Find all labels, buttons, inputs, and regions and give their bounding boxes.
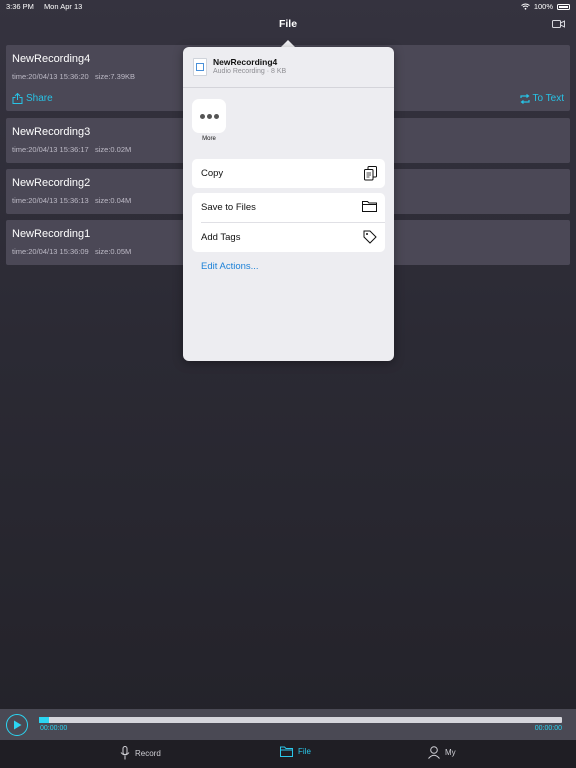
recording-size: size:0.02M [95, 145, 132, 154]
tab-my-label: My [445, 748, 456, 757]
page-title: File [278, 18, 298, 30]
audio-file-icon [193, 58, 207, 76]
recording-meta: time:20/04/13 15:36:17 size:0.02M [12, 145, 131, 154]
recording-size: size:0.04M [95, 196, 132, 205]
video-camera-icon[interactable] [552, 19, 565, 29]
battery-icon [557, 3, 570, 10]
more-label: More [202, 136, 216, 142]
recording-meta: time:20/04/13 15:36:13 size:0.04M [12, 196, 131, 205]
recording-time: time:20/04/13 15:36:20 [12, 72, 89, 81]
copy-label: Copy [201, 168, 224, 179]
recording-time: time:20/04/13 15:36:17 [12, 145, 89, 154]
battery-percent: 100% [533, 2, 553, 11]
recording-time: time:20/04/13 15:36:13 [12, 196, 89, 205]
share-icon [12, 93, 23, 104]
to-text-label: To Text [532, 93, 565, 104]
share-button[interactable]: Share [12, 93, 53, 104]
copy-icon [364, 166, 377, 181]
recording-name: NewRecording2 [12, 177, 91, 189]
tab-record[interactable]: Record [120, 746, 161, 760]
status-bar: 3:36 PM Mon Apr 13 [0, 0, 576, 12]
status-time: 3:36 PM [6, 1, 34, 11]
tab-bar: Record File My [0, 740, 576, 768]
status-indicators: 100% [521, 2, 570, 11]
to-text-button[interactable]: To Text [519, 93, 565, 104]
share-sheet: NewRecording4 Audio Recording · 8 KB Mor… [183, 47, 394, 361]
more-button[interactable] [192, 99, 226, 133]
more-icon-dot [206, 113, 212, 119]
player-bar: 00:00:00 00:00:00 [0, 709, 576, 740]
save-to-files-label: Save to Files [201, 202, 256, 213]
copy-action[interactable]: Copy [192, 159, 385, 188]
play-icon [13, 720, 21, 730]
recording-size: size:7.39KB [95, 72, 136, 81]
status-date: Mon Apr 13 [43, 1, 83, 11]
tab-file-label: File [298, 747, 311, 756]
action-group-copy: Copy [192, 159, 385, 188]
recording-name: NewRecording1 [12, 228, 91, 240]
edit-actions-link[interactable]: Edit Actions... [201, 261, 259, 272]
microphone-icon [120, 746, 130, 760]
current-time: 00:00:00 [40, 725, 68, 732]
share-file-title: NewRecording4 [213, 57, 278, 67]
tab-file[interactable]: File [280, 746, 311, 757]
recording-size: size:0.05M [95, 247, 132, 256]
play-button[interactable] [6, 714, 28, 736]
progress-fill [39, 717, 50, 723]
person-icon [428, 746, 440, 759]
wifi-icon [521, 3, 530, 10]
share-sheet-header: NewRecording4 Audio Recording · 8 KB [183, 47, 394, 88]
progress-track[interactable] [39, 717, 562, 723]
add-tags-action[interactable]: Add Tags [192, 223, 385, 252]
recording-time: time:20/04/13 15:36:09 [12, 247, 89, 256]
add-tags-label: Add Tags [201, 232, 241, 243]
recording-name: NewRecording3 [12, 126, 91, 138]
folder-icon [280, 746, 293, 757]
action-group-files: Save to Files Add Tags [192, 193, 385, 252]
share-label: Share [26, 93, 53, 104]
more-icon-dot [213, 113, 219, 119]
recording-name: NewRecording4 [12, 53, 91, 65]
total-time: 00:00:00 [534, 725, 562, 732]
more-icon [199, 113, 205, 119]
tab-my[interactable]: My [428, 746, 456, 759]
save-to-files-action[interactable]: Save to Files [192, 193, 385, 222]
recording-meta: time:20/04/13 15:36:20 size:7.39KB [12, 72, 135, 81]
convert-icon [519, 93, 530, 104]
recording-meta: time:20/04/13 15:36:09 size:0.05M [12, 247, 131, 256]
share-file-subtitle: Audio Recording · 8 KB [213, 68, 287, 75]
tab-record-label: Record [135, 748, 161, 758]
folder-icon [362, 201, 377, 212]
tag-icon [363, 230, 377, 244]
